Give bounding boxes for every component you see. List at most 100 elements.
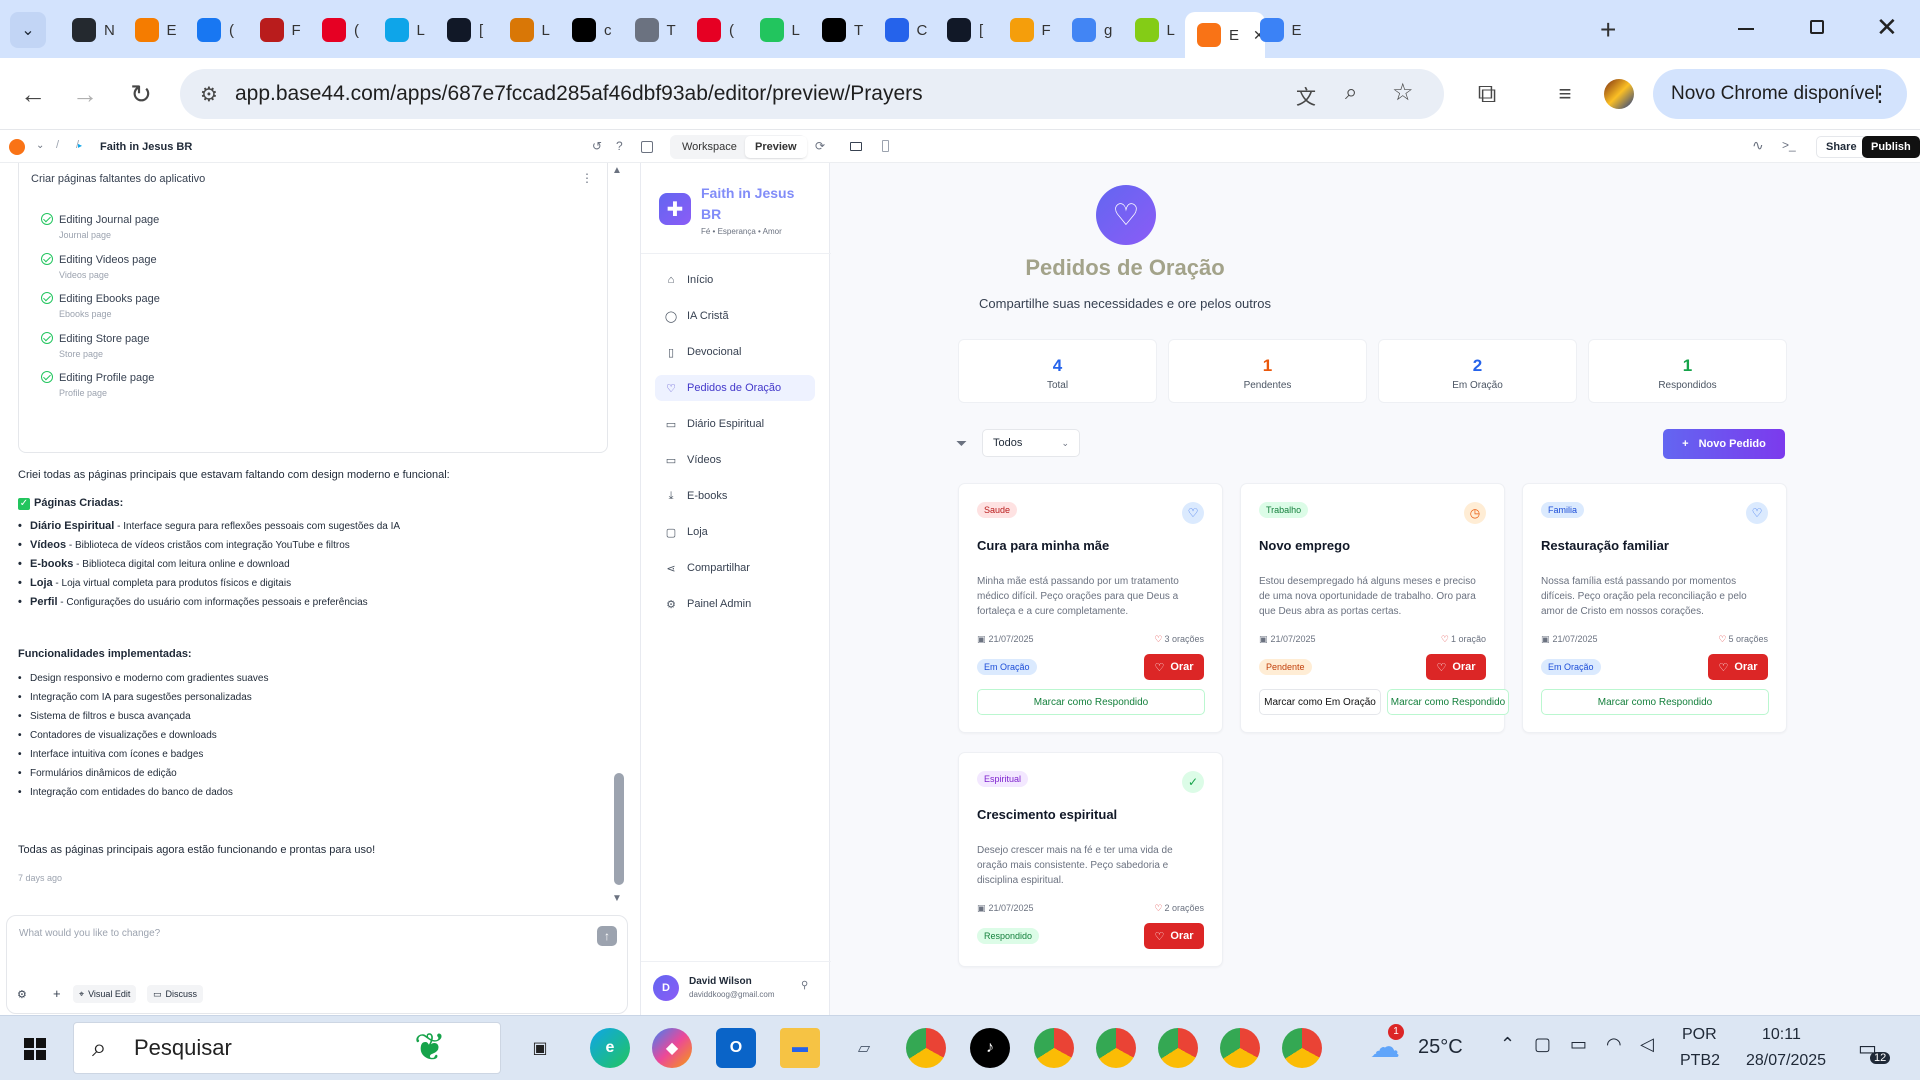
sidebar-item-v-deos[interactable]: ▭ Vídeos	[655, 447, 815, 473]
chevron-down-icon[interactable]: ⌄	[182, 140, 190, 151]
terminal-icon[interactable]: >_	[1782, 138, 1796, 152]
task-view-icon[interactable]: ▣	[520, 1028, 560, 1068]
browser-tab[interactable]: L	[498, 12, 568, 48]
chat-scrollbar-thumb[interactable]	[614, 773, 624, 885]
outlook-icon[interactable]: O	[716, 1028, 756, 1068]
heart-icon[interactable]: ♡	[1746, 502, 1768, 524]
visual-edit-button[interactable]: ⌖ Visual Edit	[73, 985, 137, 1003]
discuss-button[interactable]: ▭ Discuss	[147, 985, 204, 1003]
copilot-icon[interactable]: ◆	[652, 1028, 692, 1068]
base44-logo-icon[interactable]	[9, 139, 25, 155]
battery-icon[interactable]: ▭	[1570, 1034, 1587, 1055]
wifi-icon[interactable]: ◠	[1606, 1034, 1622, 1055]
chrome-update-button[interactable]: Novo Chrome disponível ⋮	[1653, 69, 1907, 119]
layout-icon[interactable]	[641, 141, 653, 153]
brand-logo-icon[interactable]: ✚	[659, 193, 691, 225]
filter-icon[interactable]: ⏷	[956, 435, 967, 452]
volume-icon[interactable]: ◁	[1640, 1034, 1654, 1055]
browser-tab[interactable]: L	[1123, 12, 1193, 48]
media-icon[interactable]: ≡	[1550, 79, 1580, 109]
sidebar-item-ia-crist-[interactable]: ◯ IA Cristã	[655, 303, 815, 329]
status-filter-select[interactable]: Todos ⌄	[982, 429, 1080, 457]
bookmark-star-icon[interactable]: ☆	[1392, 78, 1414, 107]
edge-icon[interactable]: e	[590, 1028, 630, 1068]
mark-answered-button[interactable]: Marcar como Respondido	[1387, 689, 1509, 715]
mark-answered-button[interactable]: Marcar como Respondido	[977, 689, 1205, 715]
sidebar-item-pedidos-de-ora-o[interactable]: ♡ Pedidos de Oração	[655, 375, 815, 401]
workspace-tab[interactable]: Workspace	[672, 136, 747, 158]
url-text[interactable]: app.base44.com/apps/687e7fccad285af46dbf…	[235, 82, 923, 106]
address-bar[interactable]: ⚙ app.base44.com/apps/687e7fccad285af46d…	[180, 69, 1444, 119]
browser-tab[interactable]: (	[185, 12, 255, 48]
chrome-profile-h-icon[interactable]	[1096, 1028, 1136, 1068]
browser-tab[interactable]: T	[810, 12, 880, 48]
clock-icon[interactable]: ◷	[1464, 502, 1486, 524]
browser-tab[interactable]: F	[248, 12, 318, 48]
extensions-icon[interactable]: ⧉	[1472, 78, 1502, 109]
tray-chevron-icon[interactable]: ⌃	[1500, 1034, 1515, 1055]
browser-tab[interactable]: (	[310, 12, 380, 48]
sidebar-item-in-cio[interactable]: ⌂ Início	[655, 267, 815, 293]
mark-praying-button[interactable]: Marcar como Em Oração	[1259, 689, 1381, 715]
browser-tab[interactable]: L	[748, 12, 818, 48]
new-tab-icon[interactable]: +	[1600, 14, 1616, 46]
sidebar-item-e-books[interactable]: ⤓ E-books	[655, 483, 815, 509]
translate-icon[interactable]: 文	[1296, 81, 1316, 110]
site-info-icon[interactable]: ⚙	[200, 82, 218, 107]
browser-tab[interactable]: C	[873, 12, 943, 48]
new-request-button[interactable]: + Novo Pedido	[1663, 429, 1785, 459]
publish-button[interactable]: Publish	[1862, 136, 1920, 158]
language-bottom[interactable]: PTB2	[1680, 1052, 1720, 1070]
send-button[interactable]: ↑	[597, 926, 617, 946]
browser-tab[interactable]: L	[373, 12, 443, 48]
history-icon[interactable]: ↺	[592, 139, 602, 153]
check-circle-icon[interactable]: ✓	[1182, 771, 1204, 793]
windows-start-icon[interactable]	[24, 1038, 46, 1060]
browser-tab[interactable]: g	[1060, 12, 1130, 48]
language-top[interactable]: POR	[1682, 1026, 1717, 1044]
taskbar-search[interactable]: ⌕ Pesquisar ❦	[73, 1022, 501, 1074]
desktop-view-icon[interactable]	[850, 142, 862, 151]
tab-search-button[interactable]: ⌄	[10, 12, 46, 48]
settings-icon[interactable]: ⚙	[17, 988, 27, 1001]
browser-tab[interactable]: (	[685, 12, 755, 48]
user-menu-icon[interactable]: ⚲	[801, 980, 808, 991]
heart-icon[interactable]: ♡	[1182, 502, 1204, 524]
more-options-icon[interactable]: ⋮	[581, 171, 593, 185]
more-menu-icon[interactable]: ⋮	[1869, 81, 1891, 107]
sidebar-item-compartilhar[interactable]: ⋖ Compartilhar	[655, 555, 815, 581]
browser-tab[interactable]: F	[998, 12, 1068, 48]
chrome-profile-d-icon[interactable]	[1282, 1028, 1322, 1068]
browser-tab[interactable]: [	[435, 12, 505, 48]
chat-input[interactable]: What would you like to change? ↑ ⚙ + ⌖ Vi…	[6, 915, 628, 1014]
chat-input-placeholder[interactable]: What would you like to change?	[19, 928, 160, 939]
sidebar-item-di-rio-espiritual[interactable]: ▭ Diário Espiritual	[655, 411, 815, 437]
tray-app-icon[interactable]: ▢	[1534, 1034, 1551, 1055]
back-icon[interactable]: ←	[18, 79, 48, 109]
browser-tab[interactable]: E	[1248, 12, 1318, 48]
chrome-profile-c-icon[interactable]	[1034, 1028, 1074, 1068]
laptop-app-icon[interactable]: ▱	[844, 1028, 884, 1068]
minimize-icon[interactable]	[1738, 28, 1754, 30]
refresh-icon[interactable]: ⟳	[815, 139, 825, 153]
browser-tab[interactable]: c	[560, 12, 630, 48]
tiktok-taskbar-icon[interactable]: ♪	[970, 1028, 1010, 1068]
chrome-profile-f-icon[interactable]	[1158, 1028, 1198, 1068]
clock-date[interactable]: 28/07/2025	[1746, 1052, 1826, 1070]
pray-button[interactable]: ♡ Orar	[1144, 654, 1204, 680]
weather-temp[interactable]: 25°C	[1418, 1036, 1463, 1059]
browser-tab[interactable]: N	[60, 12, 130, 48]
sidebar-item-devocional[interactable]: ▯ Devocional	[655, 339, 815, 365]
chrome-profile-green-icon[interactable]	[1220, 1028, 1260, 1068]
clock-time[interactable]: 10:11	[1762, 1026, 1801, 1044]
preview-tab[interactable]: Preview	[745, 136, 807, 158]
scroll-down-icon[interactable]: ▼	[612, 893, 622, 904]
pray-button[interactable]: ♡ Orar	[1426, 654, 1486, 680]
pray-button[interactable]: ♡ Orar	[1708, 654, 1768, 680]
user-avatar[interactable]: D	[653, 975, 679, 1001]
share-button[interactable]: Share	[1816, 136, 1867, 158]
chevron-down-icon[interactable]: ⌄	[36, 140, 44, 151]
sidebar-item-loja[interactable]: ▢ Loja	[655, 519, 815, 545]
analytics-icon[interactable]: ∿	[1752, 137, 1764, 154]
browser-tab[interactable]: [	[935, 12, 1005, 48]
